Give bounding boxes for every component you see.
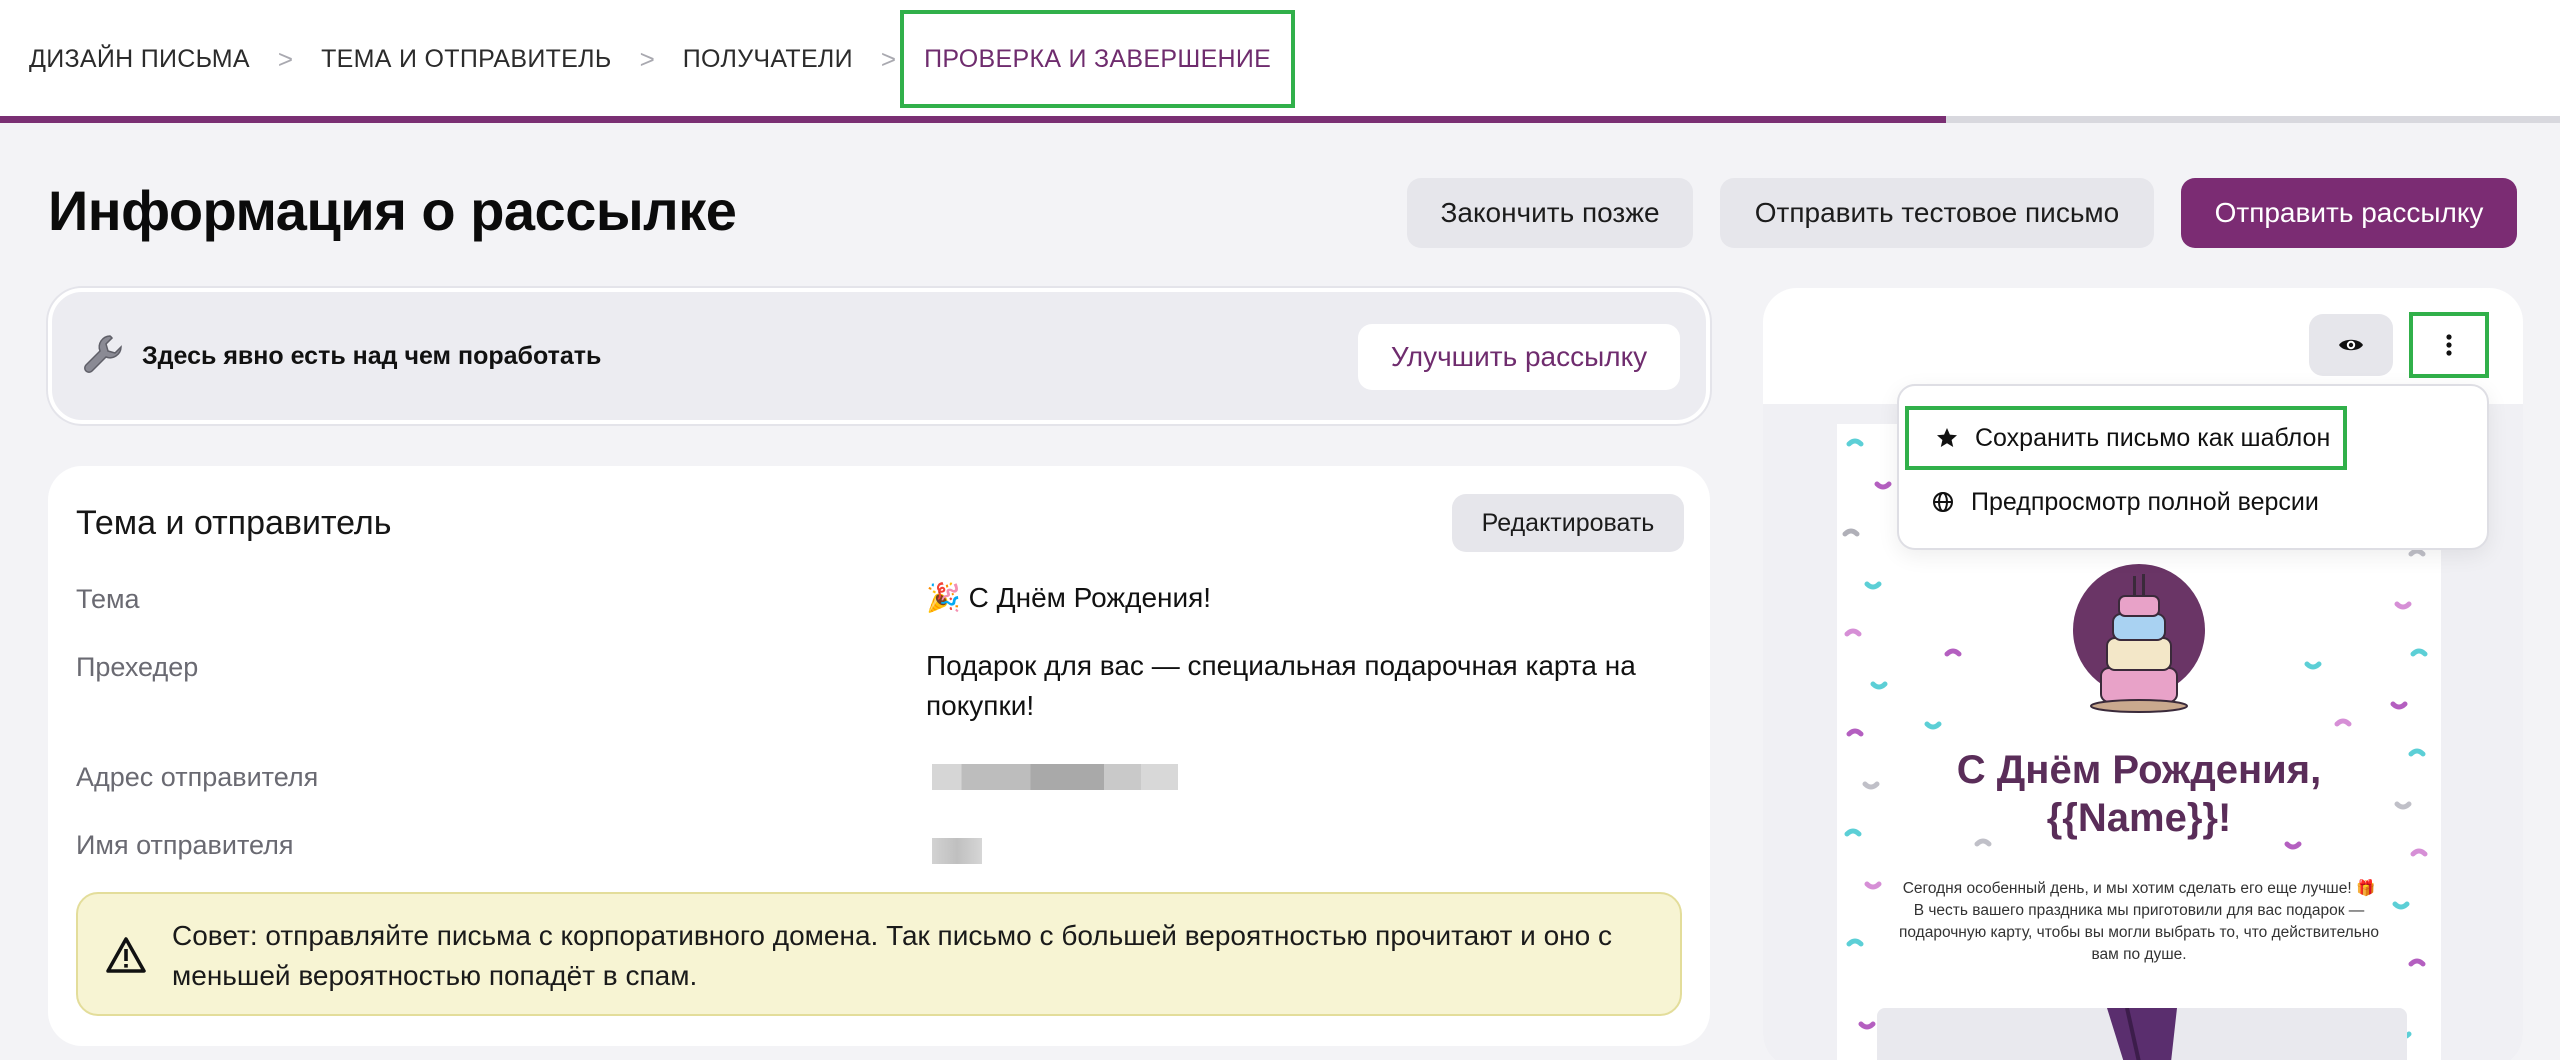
section-title: Тема и отправитель — [76, 504, 392, 542]
save-as-template-item[interactable]: Сохранить письмо как шаблон — [1905, 406, 2347, 470]
more-options-menu: Сохранить письмо как шаблон Предпросмотр… — [1897, 384, 2489, 550]
send-test-button[interactable]: Отправить тестовое письмо — [1720, 178, 2154, 248]
email-heading-line1: С Днём Рождения, — [1956, 748, 2322, 792]
more-options-button[interactable] — [2409, 312, 2489, 378]
subject-sender-panel: Тема и отправитель Редактировать Тема 🎉 … — [48, 466, 1710, 1046]
eye-icon — [2339, 339, 2363, 351]
sender-address-redacted — [932, 764, 1178, 790]
chevron-right-icon: > — [880, 43, 897, 74]
steps-bar: ДИЗАЙН ПИСЬМА > ТЕМА И ОТПРАВИТЕЛЬ > ПОЛ… — [0, 0, 2560, 123]
star-icon — [1933, 424, 1961, 452]
preheader-label: Прехедер — [76, 652, 199, 682]
sender-name-redacted — [932, 838, 982, 864]
full-preview-label: Предпросмотр полной версии — [1971, 487, 2319, 516]
edit-button[interactable]: Редактировать — [1452, 494, 1684, 552]
step-subject-sender[interactable]: ТЕМА И ОТПРАВИТЕЛЬ — [321, 9, 611, 109]
warning-icon — [106, 937, 146, 973]
subject-label: Тема — [76, 584, 140, 614]
ribbon-image — [2107, 1007, 2177, 1060]
progress-bar — [0, 116, 2560, 123]
chevron-right-icon: > — [277, 43, 294, 74]
progress-fill — [0, 116, 1946, 123]
improve-panel: Здесь явно есть над чем поработать Улучш… — [48, 288, 1710, 424]
page-title: Информация о рассылке — [48, 179, 737, 242]
save-as-template-label: Сохранить письмо как шаблон — [1975, 423, 2331, 452]
chevron-right-icon: > — [639, 43, 655, 74]
improve-message: Здесь явно есть над чем поработать — [142, 342, 602, 370]
preview-eye-button[interactable] — [2309, 314, 2393, 376]
more-vertical-icon — [2446, 334, 2452, 356]
full-preview-item[interactable]: Предпросмотр полной версии — [1905, 470, 2347, 534]
step-recipients[interactable]: ПОЛУЧАТЕЛИ — [683, 9, 853, 109]
subject-value: 🎉 С Днём Рождения! — [926, 582, 1212, 613]
finish-later-button[interactable]: Закончить позже — [1407, 178, 1693, 248]
email-body-text: Сегодня особенный день, и мы хотим сдела… — [1898, 880, 2379, 963]
step-design[interactable]: ДИЗАЙН ПИСЬМА — [29, 9, 250, 109]
tip-box: Совет: отправляйте письма с корпоративно… — [76, 892, 1682, 1016]
step-review-finish[interactable]: ПРОВЕРКА И ЗАВЕРШЕНИЕ — [900, 10, 1296, 108]
email-image — [1877, 1007, 2407, 1060]
preheader-value: Подарок для вас — специальная подарочная… — [926, 650, 1636, 721]
email-heading-line2: {{Name}}! — [2046, 796, 2232, 840]
tip-text: Совет: отправляйте письма с корпоративно… — [172, 920, 1612, 991]
globe-icon — [1929, 488, 1957, 516]
sender-address-label: Адрес отправителя — [76, 762, 319, 792]
sender-name-label: Имя отправителя — [76, 830, 294, 860]
email-heading: С Днём Рождения, {{Name}}! — [1837, 746, 2441, 842]
wrench-icon — [84, 335, 122, 373]
improve-campaign-button[interactable]: Улучшить рассылку — [1358, 324, 1680, 390]
send-campaign-button[interactable]: Отправить рассылку — [2181, 178, 2517, 248]
